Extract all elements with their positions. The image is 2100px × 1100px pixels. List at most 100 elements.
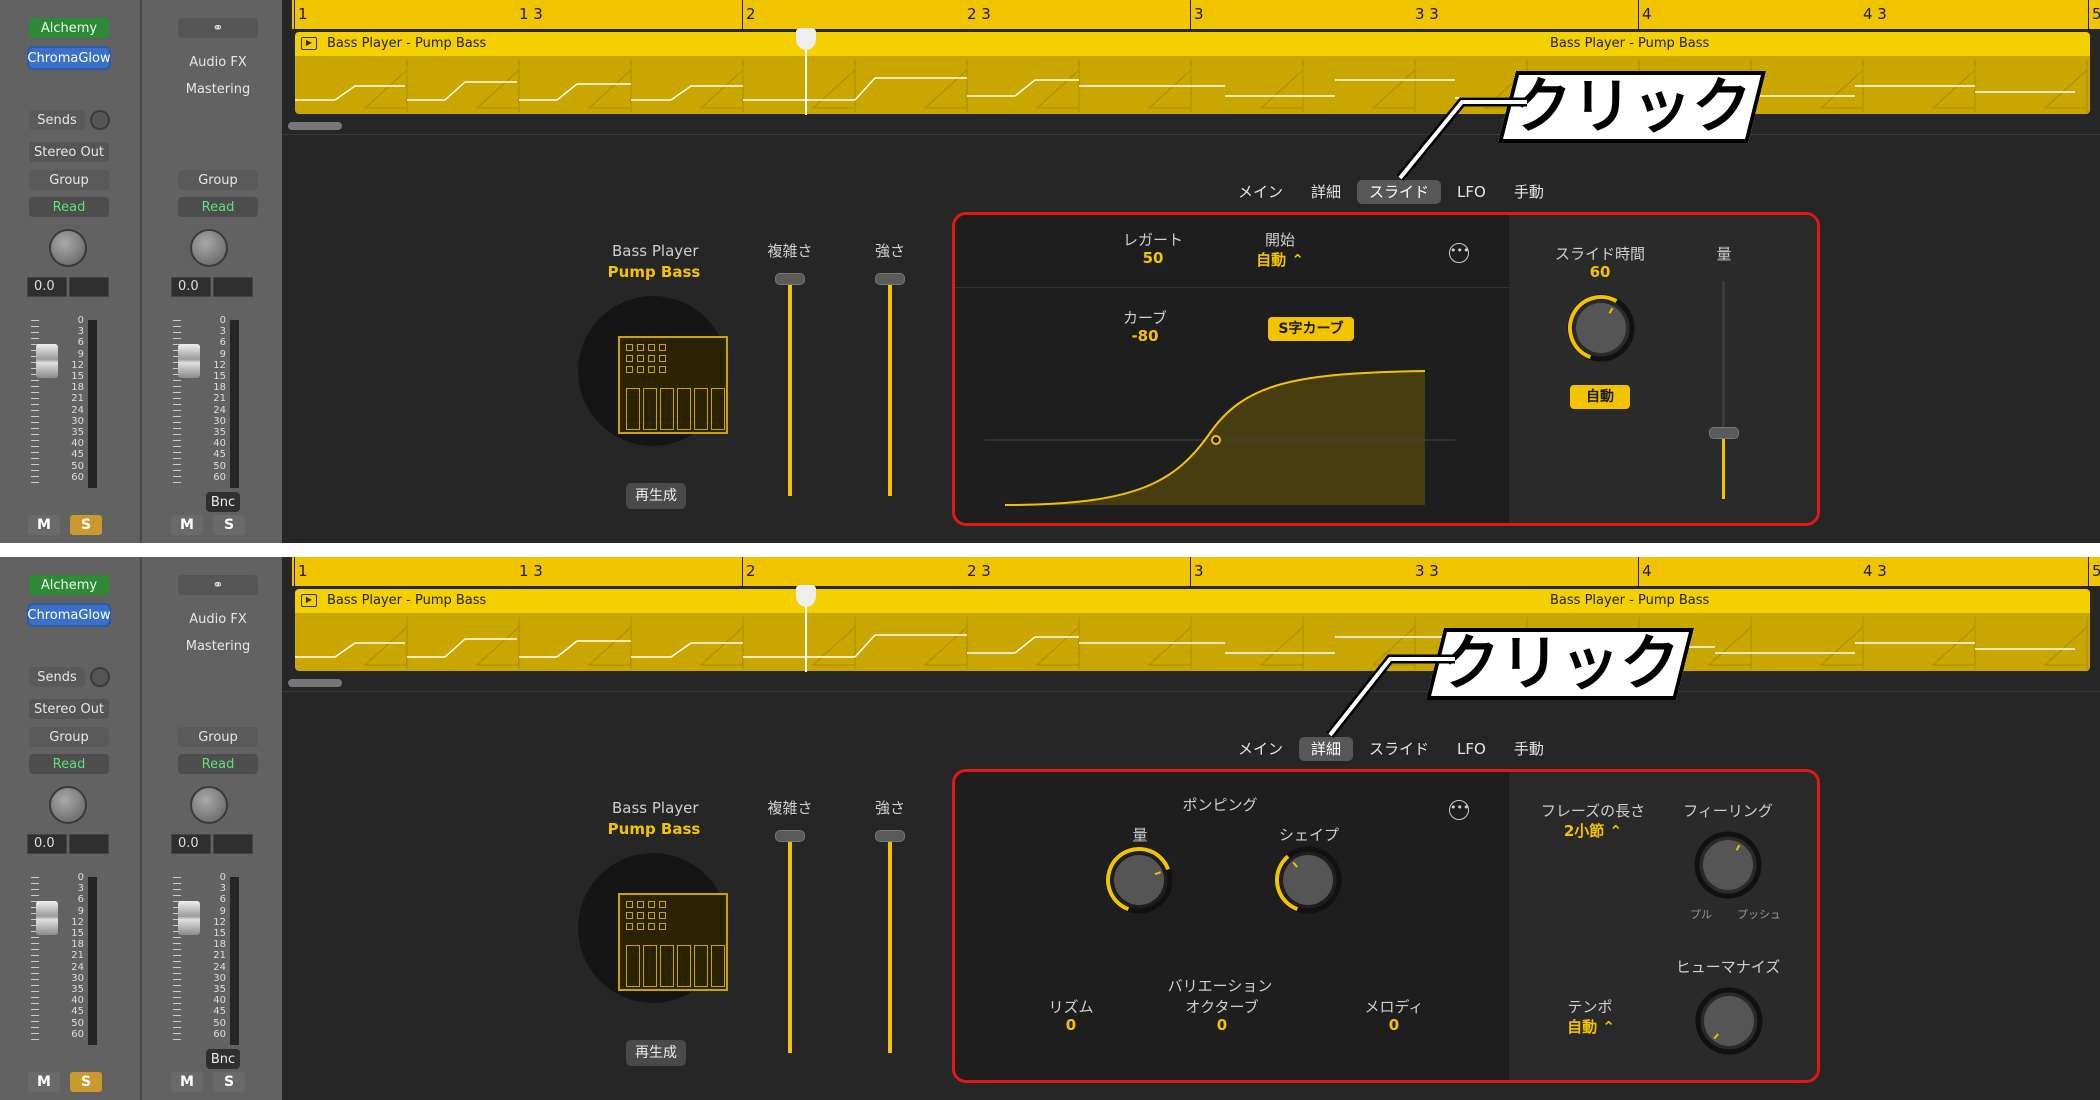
octave-value[interactable]: 0 — [1204, 1016, 1240, 1034]
sends-slot[interactable]: Sends — [29, 110, 85, 130]
curve-value[interactable]: -80 — [1115, 327, 1175, 345]
slide-curve-graph[interactable] — [985, 363, 1495, 513]
output-slot[interactable]: Stereo Out — [29, 699, 109, 719]
synth-pad — [637, 366, 644, 373]
tab-slide[interactable]: スライド — [1357, 737, 1441, 761]
horizontal-scrollbar[interactable] — [288, 679, 342, 687]
complexity-slider[interactable] — [788, 280, 792, 496]
solo-button[interactable]: S — [213, 1072, 245, 1092]
pan-knob[interactable] — [49, 229, 87, 267]
complexity-slider-thumb[interactable] — [775, 273, 805, 285]
intensity-slider[interactable] — [888, 280, 892, 496]
intensity-slider-thumb[interactable] — [875, 273, 905, 285]
pumping-amount-knob[interactable] — [1104, 845, 1174, 915]
group-slot[interactable]: Group — [178, 170, 258, 190]
melody-value[interactable]: 0 — [1376, 1016, 1412, 1034]
solo-button[interactable]: S — [70, 515, 102, 535]
plugin-slot-chromaglow[interactable]: ChromaGlow — [27, 605, 111, 625]
tempo-value[interactable]: 自動 ⌃ — [1553, 1016, 1629, 1037]
s-curve-button[interactable]: S字カーブ — [1268, 317, 1354, 341]
tab-manual[interactable]: 手動 — [1502, 737, 1556, 761]
output-slot[interactable]: Stereo Out — [29, 142, 109, 162]
slide-time-knob[interactable] — [1566, 293, 1636, 363]
automation-mode[interactable]: Read — [29, 754, 109, 774]
group-slot[interactable]: Group — [29, 727, 109, 747]
tab-manual[interactable]: 手動 — [1502, 180, 1556, 204]
link-icon[interactable]: ⚭ — [178, 18, 258, 38]
mute-button[interactable]: M — [171, 1072, 203, 1092]
pan-knob[interactable] — [190, 786, 228, 824]
rhythm-value[interactable]: 0 — [1053, 1016, 1089, 1034]
more-options-icon[interactable]: ••• — [1449, 243, 1469, 263]
start-value[interactable]: 自動 ⌃ — [1245, 249, 1315, 270]
volume-fader[interactable] — [178, 344, 200, 378]
mute-button[interactable]: M — [28, 515, 60, 535]
amount-slider-thumb[interactable] — [1709, 427, 1739, 439]
pumping-shape-knob[interactable] — [1273, 845, 1343, 915]
solo-button[interactable]: S — [213, 515, 245, 535]
phrase-length-value[interactable]: 2小節 ⌃ — [1553, 820, 1633, 841]
playhead-handle[interactable] — [796, 585, 816, 607]
tab-lfo[interactable]: LFO — [1445, 737, 1498, 761]
mute-button[interactable]: M — [171, 515, 203, 535]
tab-detail[interactable]: 詳細 — [1299, 180, 1353, 204]
right-channel-strip: ⚭ Audio FX Mastering Group Read 0.0 0 3 6 9 12 15 18… — [140, 0, 270, 543]
sends-slot[interactable]: Sends — [29, 667, 85, 687]
synth-pad — [659, 912, 666, 919]
automation-mode[interactable]: Read — [29, 197, 109, 217]
volume-fader[interactable] — [36, 901, 58, 935]
slide-time-value[interactable]: 60 — [1565, 263, 1635, 281]
volume-fader[interactable] — [36, 344, 58, 378]
legato-value[interactable]: 50 — [1113, 249, 1193, 267]
intensity-slider[interactable] — [888, 837, 892, 1053]
solo-button[interactable]: S — [70, 1072, 102, 1092]
plugin-slot-alchemy[interactable]: Alchemy — [29, 575, 109, 595]
synth-pad — [648, 366, 655, 373]
tab-main[interactable]: メイン — [1226, 737, 1295, 761]
audio-fx-slot[interactable]: Audio FX — [178, 52, 258, 72]
playhead-handle[interactable] — [796, 28, 816, 50]
timeline-ruler[interactable]: 1 2 3 4 5 1 3 2 3 3 3 4 3 — [292, 0, 2100, 29]
tab-detail[interactable]: 詳細 — [1299, 737, 1354, 761]
send-knob[interactable] — [90, 667, 110, 687]
intensity-slider-thumb[interactable] — [875, 830, 905, 842]
regenerate-button[interactable]: 再生成 — [626, 1040, 686, 1066]
send-knob[interactable] — [90, 110, 110, 130]
midi-region[interactable]: ▶ Bass Player - Pump Bass Bass Player - Pu… — [295, 32, 2090, 114]
pan-knob[interactable] — [190, 229, 228, 267]
timeline-ruler[interactable]: 1 2 3 4 5 1 3 2 3 3 3 4 3 — [292, 557, 2100, 586]
complexity-slider[interactable] — [788, 837, 792, 1053]
play-region-icon[interactable]: ▶ — [301, 37, 317, 50]
plugin-slot-chromaglow[interactable]: ChromaGlow — [27, 48, 111, 68]
more-options-icon[interactable]: ••• — [1449, 800, 1469, 820]
mute-button[interactable]: M — [28, 1072, 60, 1092]
automation-mode[interactable]: Read — [178, 197, 258, 217]
preset-name[interactable]: Pump Bass — [605, 263, 703, 281]
tab-main[interactable]: メイン — [1226, 180, 1295, 204]
humanize-knob[interactable] — [1694, 986, 1764, 1056]
mastering-slot[interactable]: Mastering — [178, 636, 258, 656]
audio-fx-slot[interactable]: Audio FX — [178, 609, 258, 629]
group-slot[interactable]: Group — [29, 170, 109, 190]
bounce-button[interactable]: Bnc — [206, 492, 240, 512]
feel-knob[interactable] — [1693, 830, 1763, 900]
bounce-button[interactable]: Bnc — [206, 1049, 240, 1069]
plugin-slot-alchemy[interactable]: Alchemy — [29, 18, 109, 38]
group-slot[interactable]: Group — [178, 727, 258, 747]
bar-number: 1 — [294, 0, 308, 29]
auto-button[interactable]: 自動 — [1570, 385, 1630, 409]
tab-slide[interactable]: スライド — [1357, 180, 1442, 204]
preset-name[interactable]: Pump Bass — [605, 820, 703, 838]
automation-mode[interactable]: Read — [178, 754, 258, 774]
link-icon[interactable]: ⚭ — [178, 575, 258, 595]
mastering-slot[interactable]: Mastering — [178, 79, 258, 99]
tab-lfo[interactable]: LFO — [1445, 180, 1498, 204]
pan-knob[interactable] — [49, 786, 87, 824]
volume-fader[interactable] — [178, 901, 200, 935]
complexity-slider-thumb[interactable] — [775, 830, 805, 842]
midi-region[interactable]: ▶ Bass Player - Pump Bass Bass Player - Pu… — [295, 589, 2090, 671]
play-region-icon[interactable]: ▶ — [301, 594, 317, 607]
regenerate-button[interactable]: 再生成 — [626, 483, 686, 509]
pumping-label: ポンピング — [1182, 796, 1258, 814]
horizontal-scrollbar[interactable] — [288, 122, 342, 130]
